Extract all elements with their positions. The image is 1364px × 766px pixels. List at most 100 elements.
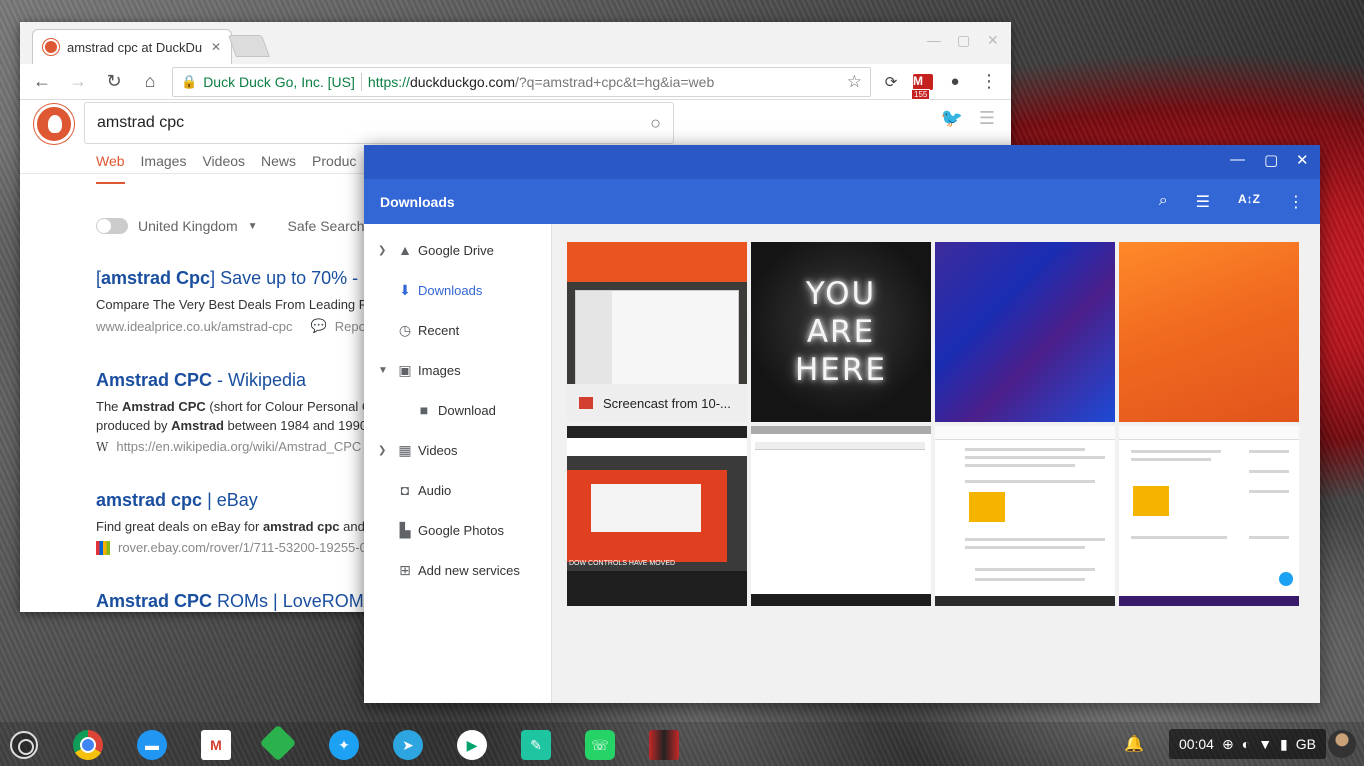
forward-arrow-icon[interactable]: → xyxy=(64,68,92,96)
new-tab-button[interactable] xyxy=(227,35,271,57)
browser-toolbar: ← → ↻ ⌂ 🔒 Duck Duck Go, Inc. [US] https:… xyxy=(20,64,1011,100)
tab-duckduckgo[interactable]: amstrad cpc at DuckDu ✕ xyxy=(32,29,232,64)
search-icon[interactable]: ○ xyxy=(650,113,661,134)
file-thumbnail[interactable] xyxy=(751,426,931,606)
search-input[interactable]: amstrad cpc ○ xyxy=(84,102,674,144)
tab-products[interactable]: Produc xyxy=(312,153,356,184)
reload-icon[interactable]: ↻ xyxy=(100,68,128,96)
text-line xyxy=(965,538,1105,541)
file-thumbnail[interactable] xyxy=(1119,242,1299,422)
search-results: [amstrad Cpc] Save up to 70% - F Compare… xyxy=(96,268,386,612)
back-arrow-icon[interactable]: ← xyxy=(28,68,56,96)
tab-strip: amstrad cpc at DuckDu ✕ — ▢ ✕ xyxy=(20,22,1011,64)
launcher-icon[interactable] xyxy=(10,731,38,759)
neon-line: ARE xyxy=(806,314,876,350)
maximize-icon[interactable]: ▢ xyxy=(1264,151,1278,169)
region-toggle[interactable] xyxy=(96,218,128,234)
bookmark-star-icon[interactable]: ☆ xyxy=(847,72,862,92)
sidebar-item-recent[interactable]: ◷ Recent xyxy=(364,310,551,350)
title-part: - Wikipedia xyxy=(212,370,307,390)
chrome-menu-icon[interactable]: ⋮ xyxy=(975,68,1003,96)
gmail-icon[interactable]: M xyxy=(201,730,231,760)
url-text: https://duckduckgo.com/?q=amstrad+cpc&t=… xyxy=(368,74,714,90)
notifications-bell-icon[interactable]: 🔔 xyxy=(1124,734,1144,754)
image-icon: ▣ xyxy=(398,361,412,378)
hamburger-menu-icon[interactable]: ☰ xyxy=(979,108,995,129)
tab-images[interactable]: Images xyxy=(141,153,187,184)
sidebar-item-google-photos[interactable]: ▙ Google Photos xyxy=(364,510,551,550)
title-bold: Amstrad CPC xyxy=(96,370,213,390)
sidebar-item-downloads[interactable]: ⬇ Downloads xyxy=(364,270,551,310)
result-title[interactable]: Amstrad CPC ROMs | LoveROMs xyxy=(96,591,386,612)
maximize-icon[interactable]: ▢ xyxy=(957,32,970,49)
report-ad-icon[interactable]: 💬 xyxy=(311,318,327,334)
feedly-icon[interactable] xyxy=(259,724,297,762)
file-thumbnail[interactable]: DOW CONTROLS HAVE MOVED xyxy=(567,426,747,606)
minimize-icon[interactable]: — xyxy=(1230,151,1245,168)
files-app-window: — ▢ ✕ Downloads ⌕ ☰ A↕Z ⋮ ❯ ▲ Google Dri… xyxy=(364,145,1320,703)
sort-az-icon[interactable]: A↕Z xyxy=(1238,192,1260,212)
home-icon[interactable]: ⌂ xyxy=(136,68,164,96)
sidebar-item-add-new-services[interactable]: ⊞ Add new services xyxy=(364,550,551,590)
result-title[interactable]: [amstrad Cpc] Save up to 70% - F xyxy=(96,268,386,289)
list-view-icon[interactable]: ☰ xyxy=(1196,192,1210,212)
tweet-header-preview xyxy=(1119,426,1299,440)
sidebar-item-videos[interactable]: ❯ ▦ Videos xyxy=(364,430,551,470)
file-thumbnail[interactable]: YOU ARE HERE xyxy=(751,242,931,422)
sidebar-item-download-folder[interactable]: ■ Download xyxy=(364,390,551,430)
result-url[interactable]: www.idealprice.co.uk/amstrad-cpc xyxy=(96,319,293,334)
region-label[interactable]: United Kingdom xyxy=(138,218,238,234)
tab-news[interactable]: News xyxy=(261,153,296,184)
chat-extension-icon[interactable]: ● xyxy=(943,70,967,94)
sidebar-item-google-drive[interactable]: ❯ ▲ Google Drive xyxy=(364,230,551,270)
duckduckgo-logo-icon[interactable] xyxy=(34,104,74,144)
twitter-icon[interactable]: ✦ xyxy=(329,730,359,760)
result-url[interactable]: https://en.wikipedia.org/wiki/Amstrad_CP… xyxy=(116,439,361,454)
result-item: amstrad cpc | eBay Find great deals on e… xyxy=(96,490,386,555)
result-url-row: rover.ebay.com/rover/1/711-53200-19255-0… xyxy=(96,540,386,555)
sidebar-item-audio[interactable]: ◘ Audio xyxy=(364,470,551,510)
game-icon[interactable] xyxy=(649,730,679,760)
title-part: ROMs | LoveROMs xyxy=(212,591,373,611)
sidebar-item-label: Recent xyxy=(418,322,460,338)
close-window-icon[interactable]: ✕ xyxy=(987,32,999,49)
chevron-right-icon[interactable]: ❯ xyxy=(378,245,386,256)
file-thumbnail[interactable]: Screencast from 10-... xyxy=(567,242,747,422)
result-title[interactable]: amstrad cpc | eBay xyxy=(96,490,386,511)
text-line xyxy=(965,480,1095,483)
sidebar-item-label: Videos xyxy=(418,442,458,458)
avatar[interactable] xyxy=(1328,730,1356,758)
sidebar-item-images[interactable]: ▼ ▣ Images xyxy=(364,350,551,390)
files-icon[interactable]: ▬ xyxy=(137,730,167,760)
text-editor-icon[interactable]: ✎ xyxy=(521,730,551,760)
tab-web[interactable]: Web xyxy=(96,153,125,184)
file-thumbnail[interactable] xyxy=(935,242,1115,422)
sync-extension-icon[interactable]: ⟳ xyxy=(879,70,903,94)
chrome-icon[interactable] xyxy=(73,730,103,760)
sidebar-item-label: Add new services xyxy=(418,562,520,578)
telegram-icon[interactable]: ➤ xyxy=(393,730,423,760)
minimize-icon[interactable]: — xyxy=(927,32,941,48)
twitter-icon[interactable]: 🐦 xyxy=(941,108,963,129)
google-drive-icon: ▲ xyxy=(398,242,412,258)
result-item: [amstrad Cpc] Save up to 70% - F Compare… xyxy=(96,268,386,334)
chevron-down-icon[interactable]: ▼ xyxy=(248,221,258,232)
result-snippet: Find great deals on eBay for amstrad cpc… xyxy=(96,517,386,536)
tab-videos[interactable]: Videos xyxy=(202,153,245,184)
ddg-search-tabs: Web Images Videos News Produc xyxy=(96,153,356,184)
gmail-extension-icon[interactable]: M 155 xyxy=(911,70,935,100)
status-tray[interactable]: 00:04 ⊕ ◐ ▼ ▮ GB xyxy=(1168,729,1326,759)
whatsapp-icon[interactable]: ☏ xyxy=(585,730,615,760)
more-options-icon[interactable]: ⋮ xyxy=(1288,192,1304,212)
chevron-down-icon[interactable]: ▼ xyxy=(378,365,388,376)
close-window-icon[interactable]: ✕ xyxy=(1296,151,1309,169)
close-tab-icon[interactable]: ✕ xyxy=(211,40,221,54)
result-title[interactable]: Amstrad CPC - Wikipedia xyxy=(96,370,386,391)
search-icon[interactable]: ⌕ xyxy=(1159,192,1168,212)
chevron-right-icon[interactable]: ❯ xyxy=(378,445,386,456)
file-thumbnail[interactable] xyxy=(1119,426,1299,606)
address-bar[interactable]: 🔒 Duck Duck Go, Inc. [US] https://duckdu… xyxy=(172,66,871,97)
result-url[interactable]: rover.ebay.com/rover/1/711-53200-19255-0… xyxy=(118,540,370,555)
play-store-icon[interactable]: ▶ xyxy=(457,730,487,760)
file-thumbnail[interactable] xyxy=(935,426,1115,606)
